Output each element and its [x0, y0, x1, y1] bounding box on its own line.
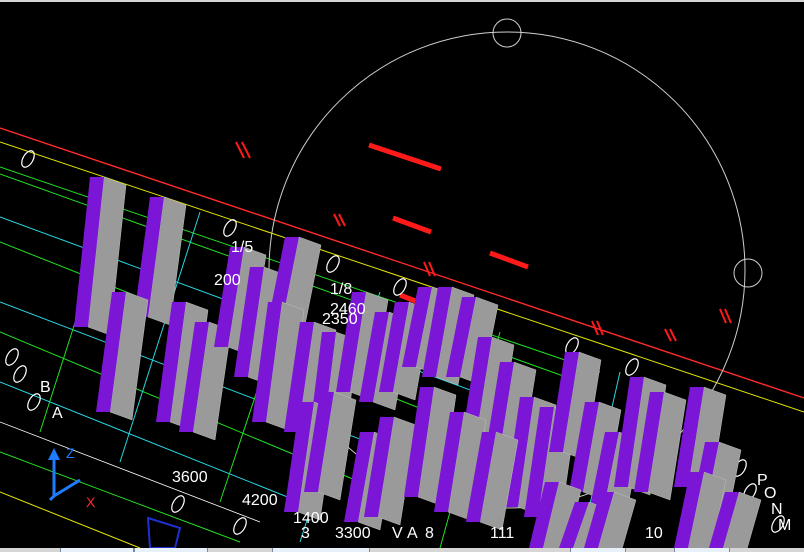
misc-label: 1/5 — [231, 239, 253, 256]
layout-tab[interactable] — [272, 548, 370, 552]
misc-label: V — [392, 525, 403, 542]
layout-tab[interactable] — [570, 548, 626, 552]
misc-label: A — [407, 525, 418, 542]
dim-label: 4200 — [242, 492, 278, 509]
dim-label: 3600 — [172, 469, 208, 486]
layout-tab[interactable] — [60, 548, 134, 552]
layout-tab[interactable] — [674, 548, 730, 552]
grid-letter: B — [40, 379, 51, 396]
grid-letter: A — [52, 405, 63, 422]
dim-label: 2350 — [322, 311, 358, 328]
grid-letter: O — [764, 485, 776, 502]
dim-label: 3300 — [335, 525, 371, 542]
layout-tab[interactable] — [134, 548, 208, 552]
misc-label: 111 — [490, 525, 514, 542]
ucs-axis-icon: Z X — [48, 445, 182, 548]
cad-3d-viewport[interactable]: 3600 4200 1400 3300 2460 2350 200 B A P … — [0, 2, 804, 548]
misc-label: 1/8 — [330, 281, 352, 298]
misc-label: 10 — [645, 525, 663, 542]
grid-letter: M — [778, 517, 791, 534]
misc-label: 8 — [425, 525, 434, 542]
axis-x-label: X — [86, 494, 96, 510]
misc-label: 3 — [301, 525, 310, 542]
axis-z-label: Z — [66, 445, 75, 461]
dim-label: 200 — [214, 272, 241, 289]
dim-label: 1400 — [293, 510, 329, 527]
grid-letter: N — [771, 501, 783, 518]
